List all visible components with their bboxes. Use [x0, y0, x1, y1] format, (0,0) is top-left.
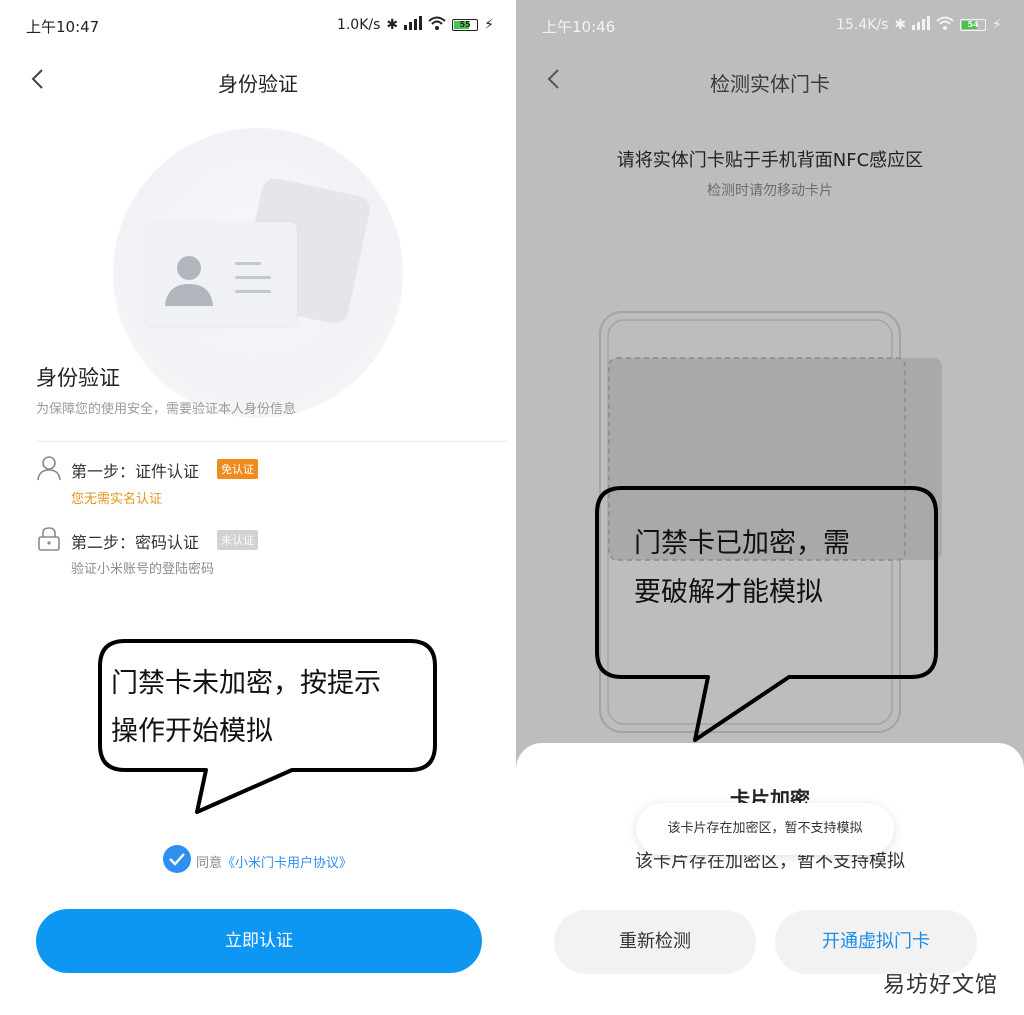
bluetooth-icon: ✱ [386, 17, 399, 33]
signal-icon [912, 16, 931, 34]
verify-now-button[interactable]: 立即认证 [36, 909, 482, 973]
agreement-link[interactable]: 《小米门卡用户协议》 [222, 856, 352, 871]
agreement-prefix: 同意 [196, 856, 223, 871]
section-subtitle: 为保障您的使用安全，需要验证本人身份信息 [36, 402, 297, 417]
divider [36, 441, 508, 442]
agreement-checkbox[interactable] [163, 845, 191, 873]
open-virtual-card-button[interactable]: 开通虚拟门卡 [775, 910, 977, 974]
battery-icon: 54 [960, 19, 987, 31]
wifi-icon [428, 16, 446, 34]
avatar-silhouette-icon [165, 256, 213, 306]
page-title: 检测实体门卡 [710, 72, 830, 96]
battery-icon: 55 [452, 19, 479, 31]
charging-icon: ⚡ [484, 17, 494, 33]
callout-line-1: 门禁卡未加密，按提示 [111, 668, 381, 699]
toast-message: 该卡片存在加密区，暂不支持模拟 [636, 803, 894, 855]
lock-icon [38, 527, 60, 551]
checkmark-icon [169, 853, 185, 866]
step-1-badge: 免认证 [217, 459, 258, 479]
step-2-subtext: 验证小米账号的登陆密码 [71, 562, 215, 577]
network-speed: 15.4K/s [836, 17, 889, 33]
nfc-hint: 检测时请勿移动卡片 [707, 183, 833, 199]
callout-line-2: 要破解才能模拟 [634, 577, 823, 608]
retry-detect-button[interactable]: 重新检测 [554, 910, 756, 974]
watermark: 易坊好文馆 [882, 973, 998, 998]
wifi-icon [936, 16, 954, 34]
status-time: 上午10:47 [26, 18, 100, 36]
step-1-label: 第一步：证件认证 [71, 462, 200, 481]
right-screen: 上午10:46 15.4K/s ✱ 54 ⚡ 检测实体门卡 请将实体门卡贴于手机… [516, 0, 1024, 1015]
agreement-text: 同意《小米门卡用户协议》 [196, 852, 352, 871]
user-icon [37, 456, 61, 481]
status-bar: 上午10:46 15.4K/s ✱ 54 ⚡ [516, 0, 1024, 52]
page-title: 身份验证 [218, 72, 298, 96]
section-title: 身份验证 [36, 366, 120, 390]
callout-line-1: 门禁卡已加密，需 [634, 528, 850, 559]
left-screen: 上午10:47 1.0K/s ✱ 55 ⚡ 身份验证 身份验证 为保障您的使用安… [0, 0, 516, 1015]
nfc-instruction: 请将实体门卡贴于手机背面NFC感应区 [616, 150, 924, 171]
step-1-subtext: 您无需实名认证 [71, 492, 163, 507]
charging-icon: ⚡ [992, 17, 1002, 33]
callout-line-2: 操作开始模拟 [111, 716, 273, 747]
status-indicators: 1.0K/s ✱ 55 ⚡ [337, 16, 494, 34]
bluetooth-icon: ✱ [894, 17, 907, 33]
status-indicators: 15.4K/s ✱ 54 ⚡ [836, 16, 1002, 34]
step-2-label: 第二步：密码认证 [71, 533, 200, 552]
step-2-badge: 未认证 [217, 530, 258, 550]
status-time: 上午10:46 [542, 18, 616, 36]
network-speed: 1.0K/s [336, 17, 381, 33]
signal-icon [404, 16, 423, 34]
status-bar: 上午10:47 1.0K/s ✱ 55 ⚡ [0, 0, 516, 52]
